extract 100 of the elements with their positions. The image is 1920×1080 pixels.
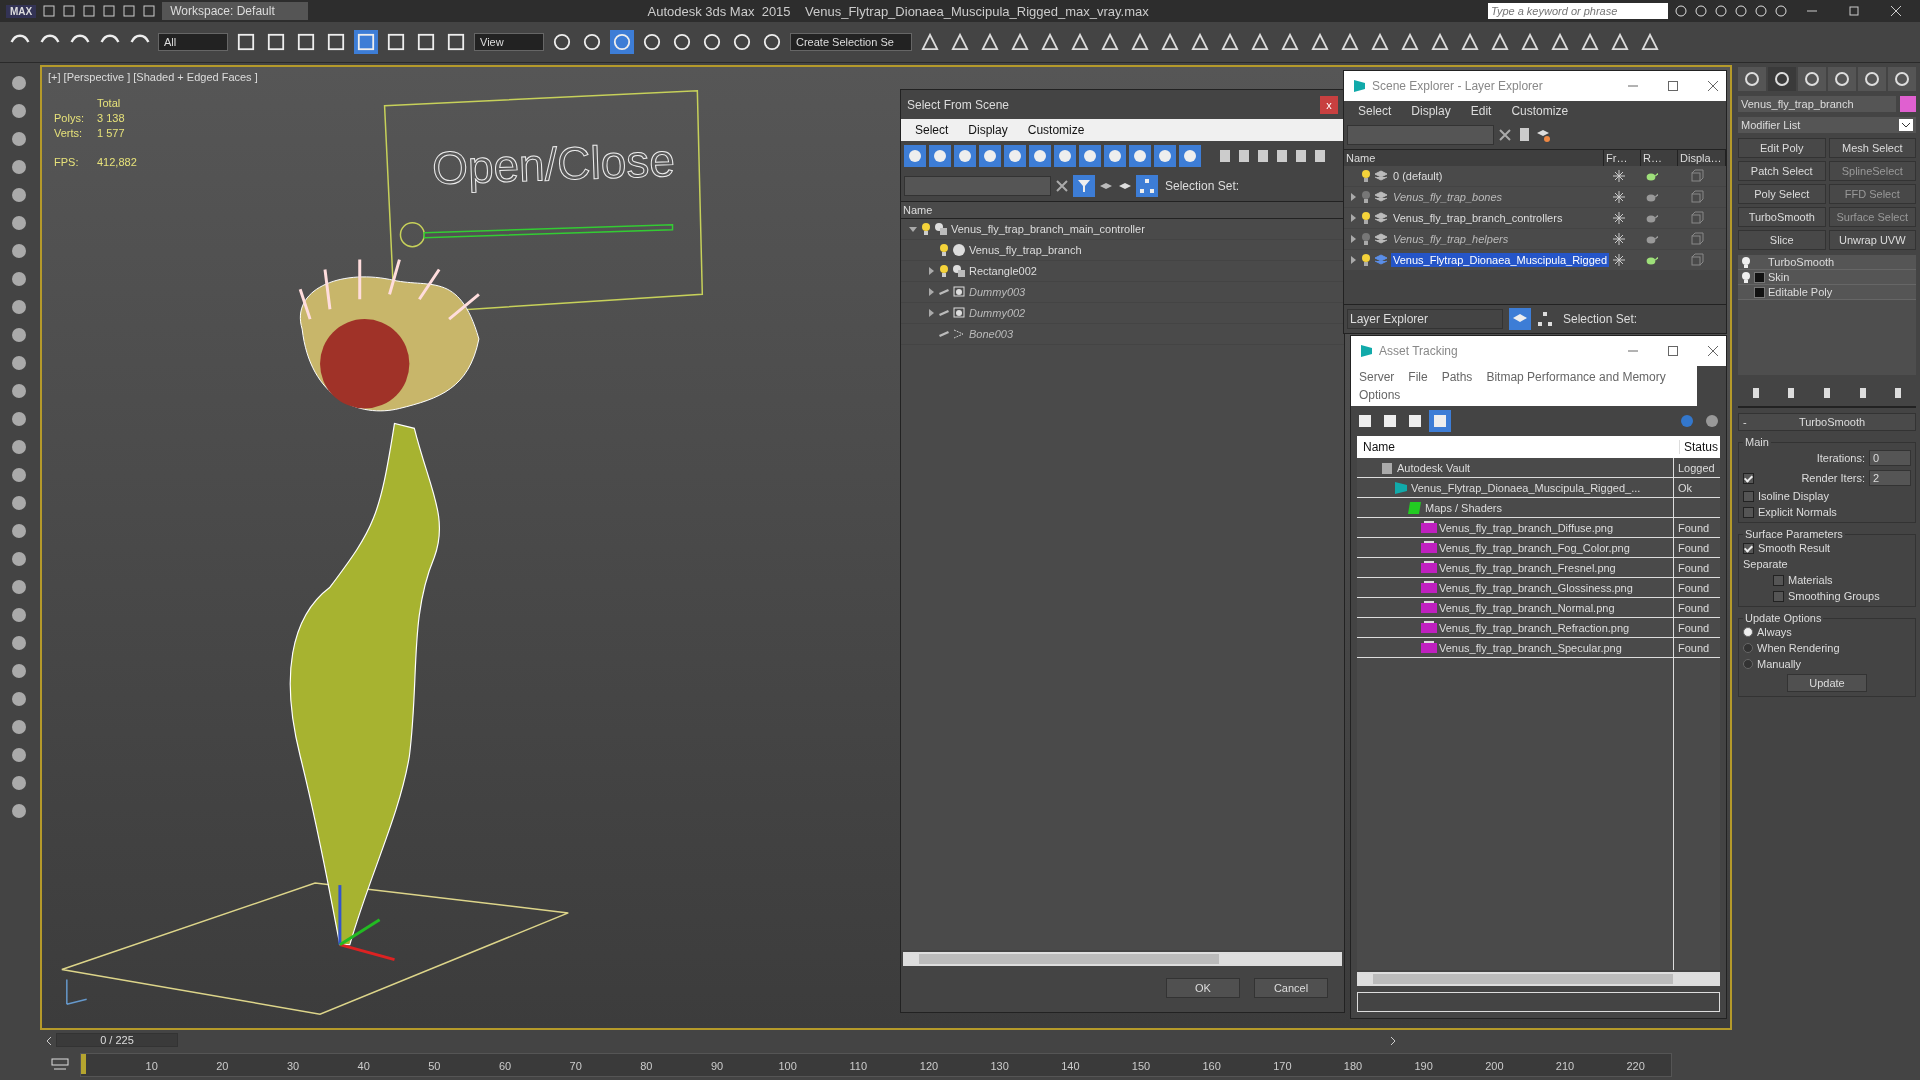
modifier-button[interactable]: Poly Select bbox=[1738, 184, 1826, 204]
column-header[interactable]: Name bbox=[901, 201, 1344, 219]
object-name[interactable]: Dummy003 bbox=[969, 286, 1026, 298]
column-header[interactable]: Name bbox=[1357, 440, 1680, 454]
track-bar[interactable]: 10 20 30 40 50 60 70 80 90 100 110 120 130 140 150 160 170 180 190 200 210 220 bbox=[80, 1053, 1672, 1077]
modifier-button[interactable]: Slice bbox=[1738, 230, 1826, 250]
next-frame-icon[interactable] bbox=[1390, 1037, 1396, 1045]
light-bulb-icon[interactable] bbox=[939, 243, 949, 257]
time-slider-thumb[interactable]: 0 / 225 bbox=[56, 1033, 178, 1047]
add-to-layer-icon[interactable] bbox=[1535, 127, 1551, 143]
modifier-button[interactable]: Unwrap UVW bbox=[1828, 230, 1916, 250]
light-bulb-icon[interactable] bbox=[939, 264, 949, 278]
selection-filter-dropdown[interactable]: All bbox=[158, 33, 228, 51]
dialog-button[interactable]: OK bbox=[1166, 978, 1240, 998]
checkbox[interactable] bbox=[1743, 542, 1754, 554]
named-selection-dropdown[interactable]: Create Selection Se bbox=[790, 33, 912, 51]
checkbox[interactable] bbox=[1773, 574, 1784, 586]
dialog-button[interactable]: Cancel bbox=[1254, 978, 1328, 998]
previous-frame-icon[interactable] bbox=[46, 1037, 52, 1045]
checkbox[interactable] bbox=[1743, 490, 1754, 502]
modifier-button[interactable]: Edit Poly bbox=[1738, 138, 1826, 158]
box-icon[interactable] bbox=[1689, 190, 1704, 204]
radio-button[interactable] bbox=[1743, 643, 1753, 653]
table-icon[interactable] bbox=[1429, 410, 1451, 432]
light-bulb-icon[interactable] bbox=[1361, 169, 1371, 183]
layer-name[interactable]: 0 (default) bbox=[1391, 169, 1445, 183]
snowflake-icon[interactable] bbox=[1612, 169, 1626, 183]
dim-bulb-icon[interactable] bbox=[1361, 190, 1371, 204]
maximize-icon[interactable] bbox=[1668, 81, 1678, 91]
light-bulb-icon[interactable] bbox=[1741, 256, 1751, 268]
render-iters-spinner[interactable]: 2 bbox=[1869, 470, 1911, 486]
modifier-button[interactable]: Mesh Select bbox=[1828, 138, 1916, 158]
app-logo[interactable]: MAX bbox=[6, 4, 37, 18]
light-bulb-icon[interactable] bbox=[1741, 271, 1751, 283]
box-icon[interactable] bbox=[1689, 169, 1704, 183]
dim-bulb-icon[interactable] bbox=[1361, 232, 1371, 246]
expand-arrow-icon[interactable] bbox=[926, 287, 936, 297]
find-field[interactable] bbox=[904, 176, 1051, 196]
checkbox[interactable] bbox=[1773, 590, 1784, 602]
object-color-swatch[interactable] bbox=[1900, 96, 1916, 112]
sphere-icon[interactable] bbox=[9, 353, 29, 373]
close-button[interactable]: x bbox=[1320, 95, 1338, 114]
expand-icon[interactable] bbox=[1754, 271, 1765, 283]
asset-name[interactable]: Venus_fly_trap_branch_Diffuse.png bbox=[1439, 521, 1614, 534]
horizontal-scrollbar[interactable] bbox=[1357, 972, 1720, 986]
modifier-stack-item[interactable]: Skin bbox=[1768, 271, 1790, 283]
snowflake-icon[interactable] bbox=[1612, 211, 1626, 225]
workspace-dropdown[interactable]: Workspace: Default bbox=[162, 2, 309, 20]
light-bulb-icon[interactable] bbox=[1361, 253, 1371, 267]
search-field[interactable]: Type a keyword or phrase bbox=[1488, 3, 1668, 19]
find-field[interactable] bbox=[1347, 125, 1494, 145]
column-header[interactable]: Status bbox=[1680, 440, 1720, 454]
menu-item[interactable]: Edit bbox=[1470, 104, 1492, 118]
menu-item[interactable]: Display bbox=[1411, 104, 1451, 118]
object-name[interactable]: Rectangle002 bbox=[969, 265, 1037, 277]
expand-icon[interactable] bbox=[1754, 286, 1765, 298]
asset-name[interactable]: Venus_fly_trap_branch_Specular.png bbox=[1439, 641, 1622, 654]
asset-name[interactable]: Venus_fly_trap_branch_Fresnel.png bbox=[1439, 561, 1616, 574]
light-bulb-icon[interactable] bbox=[921, 222, 931, 236]
path-field[interactable] bbox=[1357, 992, 1720, 1012]
object-name[interactable]: Bone003 bbox=[969, 328, 1014, 340]
modifier-button[interactable]: TurboSmooth bbox=[1738, 207, 1826, 227]
maximize-icon[interactable] bbox=[1668, 346, 1678, 356]
layer-name[interactable]: Venus_fly_trap_bones bbox=[1391, 190, 1505, 204]
asset-name[interactable]: Venus_fly_trap_branch_Refraction.png bbox=[1439, 621, 1630, 634]
expand-arrow-icon[interactable] bbox=[1348, 192, 1358, 202]
rollout-header[interactable]: - TurboSmooth bbox=[1738, 413, 1916, 431]
object-name[interactable]: Venus_fly_trap_branch_main_controller bbox=[951, 223, 1145, 235]
collapse-arrow-icon[interactable] bbox=[908, 224, 918, 234]
asset-name[interactable]: Maps / Shaders bbox=[1425, 501, 1503, 514]
reference-coordinate-dropdown[interactable]: View bbox=[474, 33, 544, 51]
modifier-button[interactable]: Patch Select bbox=[1738, 161, 1826, 181]
asset-name[interactable]: Venus_fly_trap_branch_Fog_Color.png bbox=[1439, 541, 1630, 554]
time-slider-track[interactable]: 0 / 225 bbox=[56, 1033, 1386, 1049]
mini-curve-editor-icon[interactable] bbox=[50, 1057, 70, 1073]
menu-item[interactable]: File bbox=[1408, 370, 1428, 384]
box-icon[interactable] bbox=[1689, 232, 1704, 246]
menu-item[interactable]: Server bbox=[1359, 370, 1395, 384]
ball-icon[interactable] bbox=[9, 465, 29, 485]
clear-icon[interactable] bbox=[1054, 178, 1070, 194]
clear-icon[interactable] bbox=[1497, 127, 1513, 143]
menu-item[interactable]: Customize bbox=[1511, 104, 1569, 118]
expand-arrow-icon[interactable] bbox=[1348, 234, 1358, 244]
expand-arrow-icon[interactable] bbox=[1348, 213, 1358, 223]
menu-item[interactable]: Options bbox=[1359, 388, 1401, 402]
update-button[interactable]: Update bbox=[1787, 674, 1867, 692]
menu-item[interactable]: Customize bbox=[1027, 123, 1085, 137]
iterations-spinner[interactable]: 0 bbox=[1869, 450, 1911, 466]
light-bulb-icon[interactable] bbox=[1361, 211, 1371, 225]
horizontal-scrollbar[interactable] bbox=[903, 952, 1342, 966]
snowflake-icon[interactable] bbox=[1612, 190, 1626, 204]
asset-name[interactable]: Venus_fly_trap_branch_Glossiness.png bbox=[1439, 581, 1633, 594]
object-name-field[interactable]: Venus_fly_trap_branch bbox=[1738, 96, 1896, 112]
object-name[interactable]: Dummy002 bbox=[969, 307, 1026, 319]
checkbox[interactable] bbox=[1743, 472, 1754, 484]
restore-icon[interactable] bbox=[1849, 6, 1859, 16]
menu-item[interactable]: Bitmap Performance and Memory bbox=[1486, 370, 1666, 384]
menu-item[interactable]: Select bbox=[1358, 104, 1392, 118]
sphere-icon[interactable] bbox=[9, 689, 29, 709]
menu-item[interactable]: Display bbox=[968, 123, 1008, 137]
